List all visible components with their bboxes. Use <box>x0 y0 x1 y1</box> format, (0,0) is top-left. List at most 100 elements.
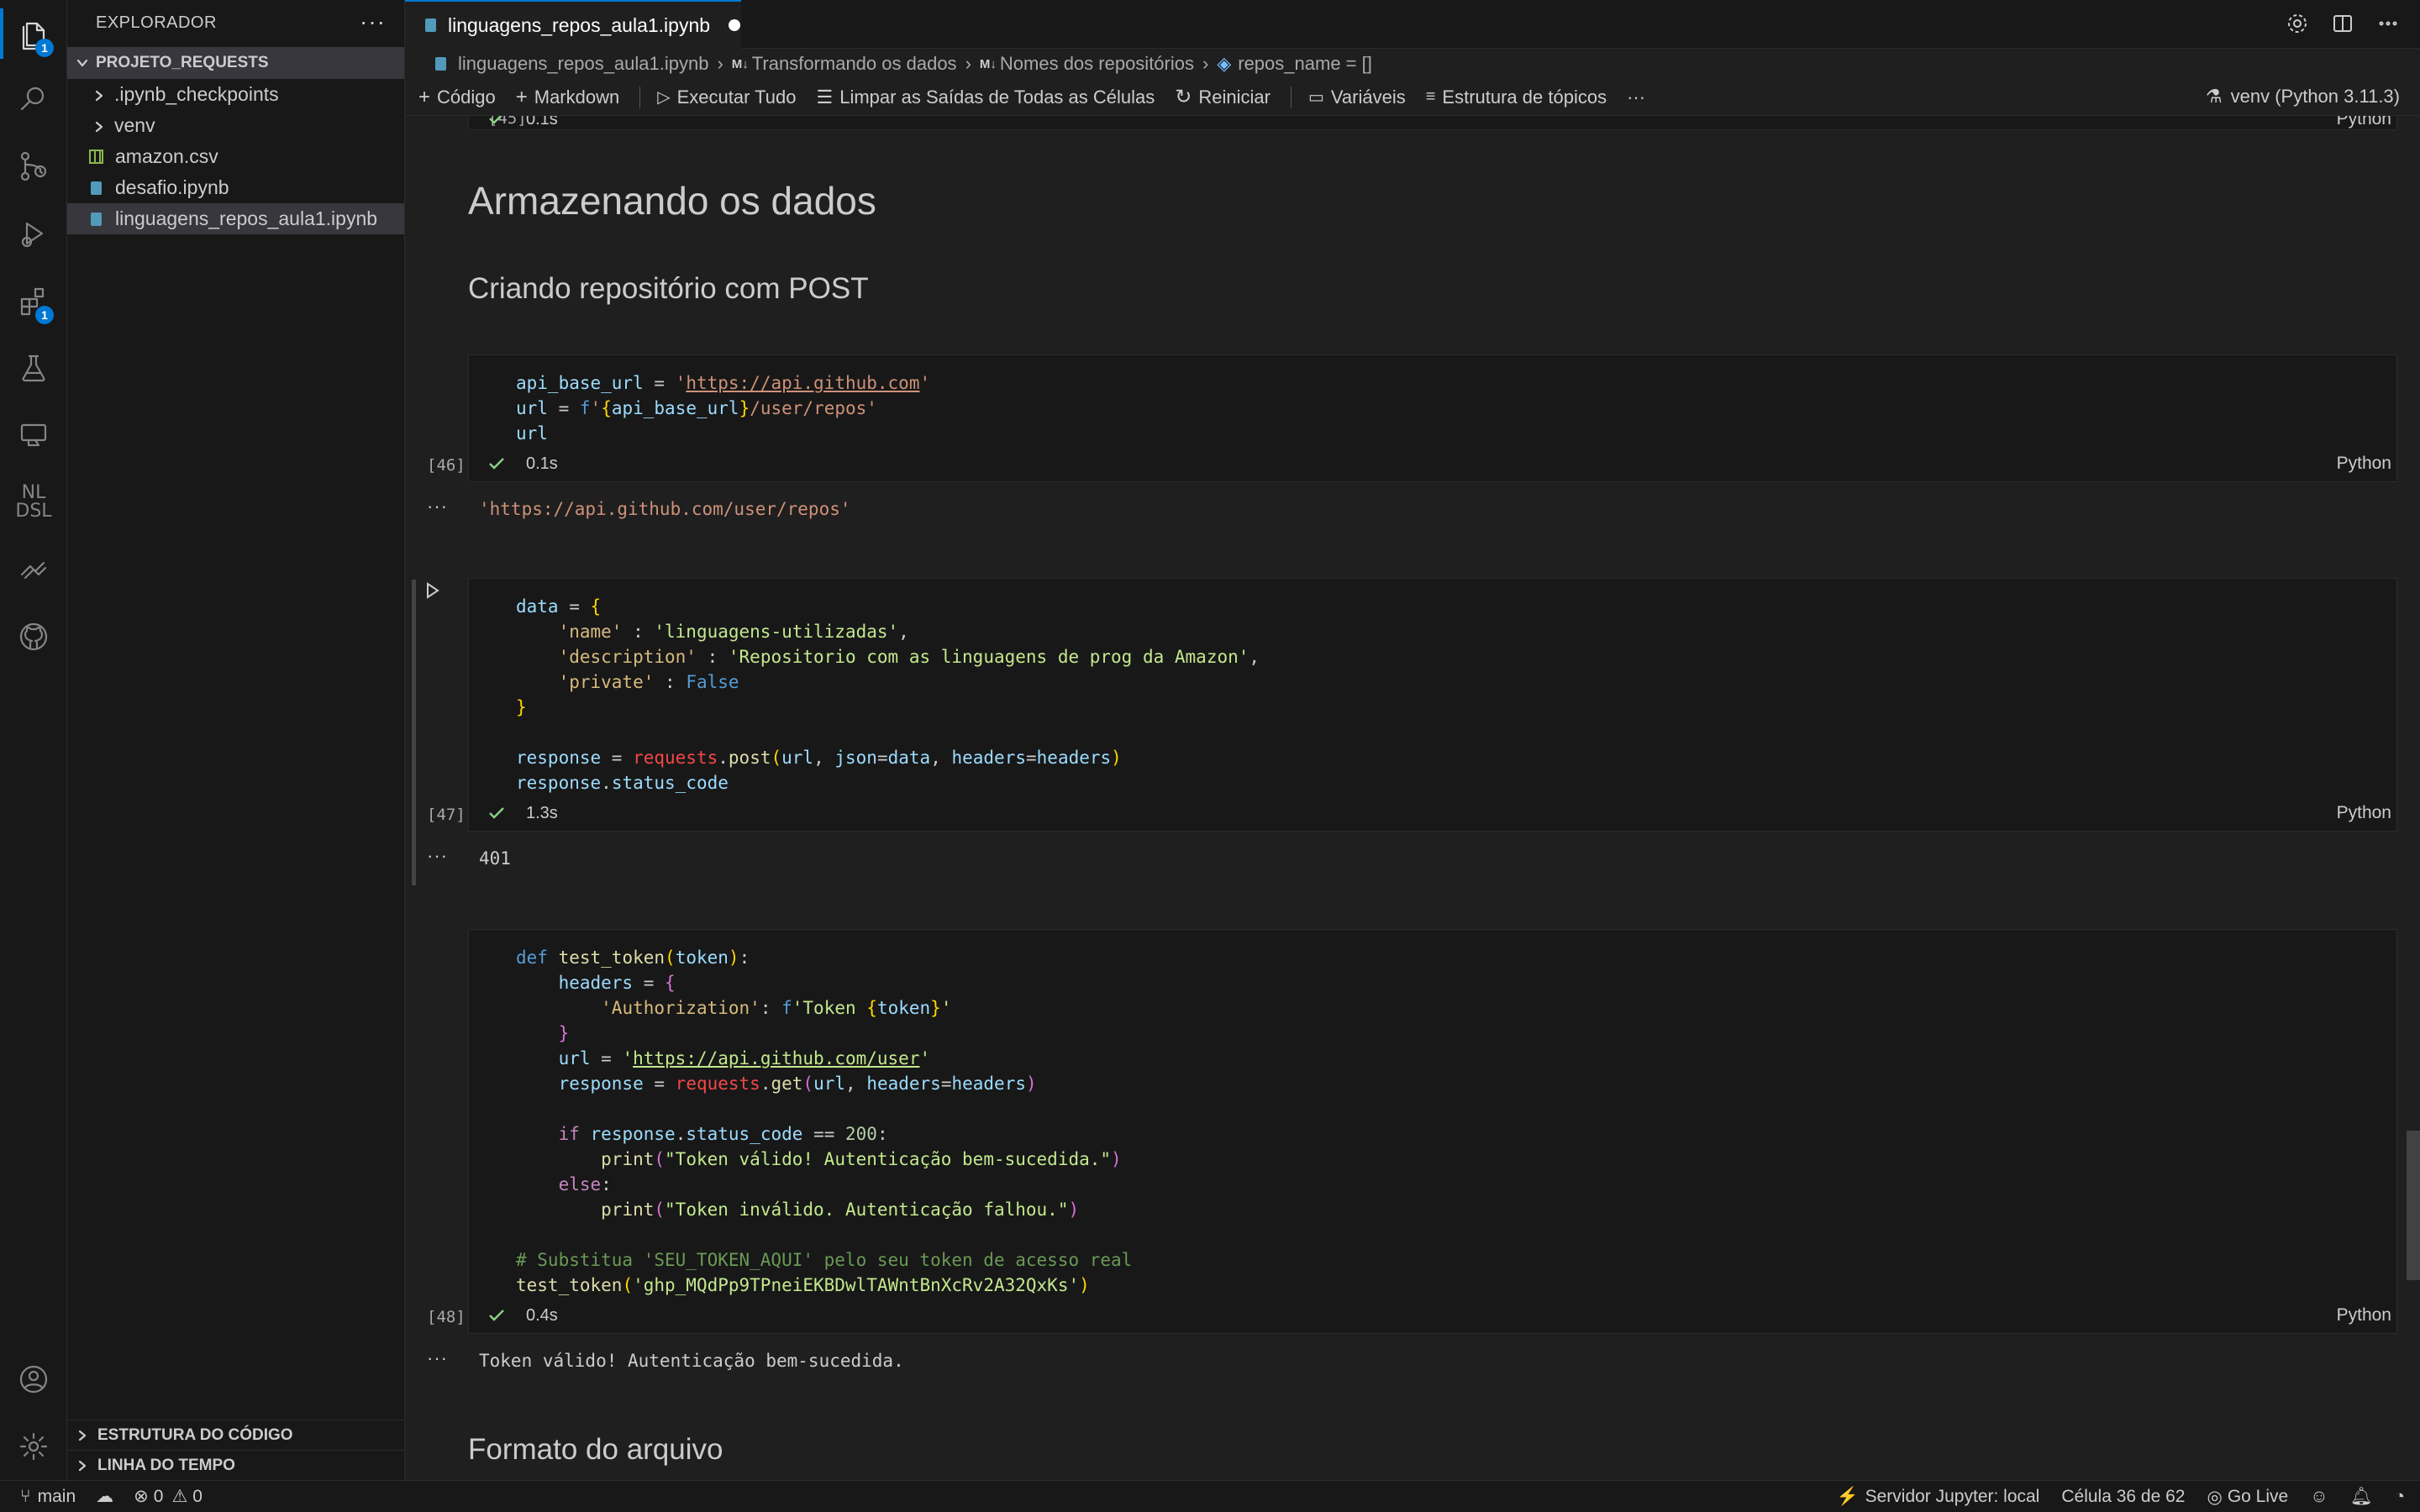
execution-time: 0.1s <box>526 116 558 129</box>
success-check-icon <box>487 1306 506 1325</box>
explorer-icon[interactable]: 1 <box>0 0 67 67</box>
run-cell-button[interactable] <box>424 581 455 603</box>
search-icon[interactable] <box>0 66 67 133</box>
variables-button[interactable]: ▭ Variáveis <box>1308 87 1406 108</box>
chevron-right-icon <box>74 1457 91 1474</box>
plug-icon: ⚡ <box>1836 1487 1859 1506</box>
run-all-button[interactable]: ▷ Executar Tudo <box>657 87 796 108</box>
outline-section-header[interactable]: ESTRUTURA DO CÓDIGO <box>67 1420 404 1450</box>
output-more-icon[interactable]: ··· <box>427 845 448 867</box>
vertical-scrollbar[interactable] <box>2407 1131 2420 1280</box>
code-cell-48[interactable]: def test_token(token): headers = { 'Auth… <box>427 929 2397 1334</box>
testing-icon[interactable] <box>0 334 67 402</box>
execution-time: 0.1s <box>526 454 558 473</box>
plus-icon: + <box>515 85 528 108</box>
breadcrumb-separator-icon: › <box>965 53 971 74</box>
extensions-badge: 1 <box>35 306 54 324</box>
code-cell-45[interactable]: [45] 0.1s Python <box>468 116 2397 130</box>
notifications-bell-icon[interactable]: 🔔︎ <box>2350 1487 2373 1507</box>
add-markdown-cell-button[interactable]: + Markdown <box>516 86 620 109</box>
branch-status[interactable]: ⑂ main <box>20 1487 76 1507</box>
timeline-section-header[interactable]: LINHA DO TEMPO <box>67 1450 404 1480</box>
markdown-heading-2: Criando repositório com POST <box>468 272 869 305</box>
cell-focus-indicator <box>412 580 416 885</box>
kernel-picker[interactable]: ⚗ venv (Python 3.11.3) <box>2206 86 2400 108</box>
settings-gear-icon[interactable] <box>0 1413 67 1480</box>
tree-item-linguagens-repos[interactable]: linguagens_repos_aula1.ipynb <box>67 203 404 234</box>
feedback-icon[interactable]: ☺ <box>2310 1487 2328 1507</box>
split-editor-icon[interactable] <box>2331 12 2354 35</box>
sync-status[interactable]: ☁ <box>96 1486 113 1507</box>
cell-language[interactable]: Python <box>2337 116 2391 129</box>
csv-file-icon <box>89 150 103 164</box>
code-cell-47[interactable]: data = { 'name' : 'linguagens-utilizadas… <box>427 578 2397 832</box>
cloud-sync-icon: ☁ <box>96 1487 114 1506</box>
cell-language[interactable]: Python <box>2337 1305 2391 1326</box>
sidebar-more-button[interactable]: ··· <box>360 8 386 35</box>
jupyter-server-status[interactable]: ⚡ Servidor Jupyter: local <box>1836 1487 2039 1507</box>
output-more-icon[interactable]: ··· <box>427 1347 448 1369</box>
code-cell-46[interactable]: api_base_url = 'https://api.github.com' … <box>427 354 2397 482</box>
accounts-status-icon[interactable]: ◔ <box>2394 1487 2405 1507</box>
tree-item-label: .ipynb_checkpoints <box>114 83 279 105</box>
add-code-cell-button[interactable]: + Código <box>418 86 496 109</box>
success-check-icon <box>487 454 506 473</box>
tree-item-amazon-csv[interactable]: amazon.csv <box>67 141 404 172</box>
extensions-icon[interactable]: 1 <box>0 267 67 334</box>
warning-count: 0 <box>192 1486 203 1506</box>
project-folder-header[interactable]: PROJETO_REQUESTS <box>67 47 404 79</box>
kernel-label: venv (Python 3.11.3) <box>2230 86 2400 107</box>
restart-icon: ↻ <box>1175 86 1192 108</box>
notebook-editor[interactable]: [45] 0.1s Python Armazenando os dados Cr… <box>405 116 2420 1480</box>
cell-position-status[interactable]: Célula 36 de 62 <box>2061 1487 2185 1507</box>
go-live-button[interactable]: ◎ Go Live <box>2207 1487 2288 1508</box>
project-name: PROJETO_REQUESTS <box>96 54 269 71</box>
breadcrumb-section-1[interactable]: Transformando os dados <box>752 53 957 75</box>
github-icon[interactable] <box>0 603 67 670</box>
branch-label: main <box>37 1486 76 1506</box>
unsaved-dot-icon[interactable] <box>729 19 741 31</box>
problems-status[interactable]: ⊗ 0 ⚠ 0 <box>134 1486 203 1507</box>
cell-source[interactable]: data = { 'name' : 'linguagens-utilizadas… <box>516 594 1260 795</box>
source-control-icon[interactable] <box>0 133 67 200</box>
notebook-settings-icon[interactable] <box>2286 12 2309 35</box>
cell-language[interactable]: Python <box>2337 454 2391 474</box>
chevron-down-icon <box>74 55 91 71</box>
notebook-toolbar: + Código + Markdown ▷ Executar Tudo ☰ Li… <box>405 79 2420 116</box>
notebook-file-icon <box>91 212 102 226</box>
cell-source[interactable]: def test_token(token): headers = { 'Auth… <box>516 945 1132 1298</box>
branch-icon: ⑂ <box>20 1486 31 1506</box>
clear-all-outputs-button[interactable]: ☰ Limpar as Saídas de Todas as Células <box>817 87 1155 108</box>
chevron-right-icon <box>74 1427 91 1444</box>
execution-time: 1.3s <box>526 804 558 822</box>
cell-source[interactable]: api_base_url = 'https://api.github.com' … <box>516 370 930 446</box>
remote-explorer-icon[interactable] <box>0 402 67 469</box>
status-right: ⚡ Servidor Jupyter: local Célula 36 de 6… <box>1814 1481 2405 1512</box>
tab-label: linguagens_repos_aula1.ipynb <box>448 13 711 36</box>
tree-item-desafio[interactable]: desafio.ipynb <box>67 172 404 203</box>
outline-label: Estrutura de tópicos <box>1442 86 1607 108</box>
tree-item-venv[interactable]: venv <box>67 110 404 141</box>
activity-bar: 1 1 NL DSL <box>0 0 67 1480</box>
tree-item-ipynb-checkpoints[interactable]: .ipynb_checkpoints <box>67 79 404 110</box>
success-check-icon <box>487 116 506 128</box>
add-markdown-label: Markdown <box>534 86 620 108</box>
cell-language[interactable]: Python <box>2337 803 2391 823</box>
breadcrumb-file[interactable]: linguagens_repos_aula1.ipynb <box>458 53 708 75</box>
chevron-right-icon <box>91 87 108 103</box>
execution-time: 0.4s <box>526 1306 558 1325</box>
toolbar-more-button[interactable]: ··· <box>1627 87 1645 108</box>
restart-button[interactable]: ↻ Reiniciar <box>1175 85 1270 109</box>
outline-button[interactable]: ≡ Estrutura de tópicos <box>1426 87 1607 108</box>
pulse-icon[interactable] <box>0 536 67 603</box>
more-actions-icon[interactable] <box>2376 12 2400 35</box>
error-count: 0 <box>153 1486 164 1506</box>
account-icon[interactable] <box>0 1346 67 1413</box>
run-debug-icon[interactable] <box>0 200 67 267</box>
breadcrumb-symbol[interactable]: repos_name = [] <box>1238 53 1372 75</box>
warning-icon: ⚠ <box>171 1487 188 1506</box>
tab-linguagens-repos[interactable]: linguagens_repos_aula1.ipynb <box>405 0 741 49</box>
breadcrumb-section-2[interactable]: Nomes dos repositórios <box>1000 53 1194 75</box>
output-more-icon[interactable]: ··· <box>427 496 448 517</box>
nl-dsl-icon[interactable]: NL DSL <box>0 469 67 536</box>
